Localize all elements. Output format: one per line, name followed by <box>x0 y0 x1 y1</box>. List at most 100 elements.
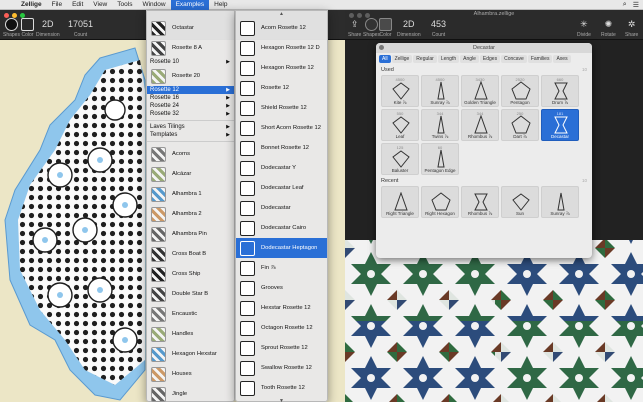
menu-item-label: Templates <box>150 132 178 138</box>
shape-cell-leaf[interactable]: 550 Leaf <box>381 109 419 141</box>
menu-item-label: Dodecastar Leaf <box>261 185 304 191</box>
shape-cell-decastar[interactable]: 181 Decastar <box>541 109 579 141</box>
menu-item-acorns[interactable]: Acorns <box>147 144 234 164</box>
menu-item-grooves[interactable]: Grooves <box>236 278 327 298</box>
menu-item-short-acorn-rosette-12[interactable]: Short Acorn Rosette 12 <box>236 118 327 138</box>
shape-cell-kite[interactable]: 4500 Kite ⅞ <box>381 75 419 107</box>
menu-item-rosette-24[interactable]: Rosette 24 ▶ <box>147 102 234 110</box>
shape-cell-twins[interactable]: 344 Twins ⅞ <box>421 109 459 141</box>
menu-item-rosette-8-a[interactable]: Rosette 8 A <box>147 38 234 58</box>
scroll-up-arrow-icon[interactable] <box>147 11 234 18</box>
menu-item-octagon-rosette-12[interactable]: Octagon Rosette 12 <box>236 318 327 338</box>
shape-cell-sunray[interactable]: Sunray ⅞ <box>541 186 579 218</box>
scroll-up-arrow-icon[interactable]: ▲ <box>236 11 327 18</box>
tab-concave[interactable]: Concave <box>501 55 527 63</box>
tab-axes[interactable]: Axes <box>553 55 571 63</box>
tab-angle[interactable]: Angle <box>460 55 479 63</box>
menu-window[interactable]: Window <box>137 0 170 10</box>
shape-cell-sunray[interactable]: 4500 Sunray ⅞ <box>421 75 459 107</box>
close-icon[interactable] <box>379 45 384 50</box>
menu-item-jingle[interactable]: Jingle <box>147 384 234 402</box>
shape-cell-right-hexagon[interactable]: Right Hexagon <box>421 186 459 218</box>
menu-item-tooth-rosette-12[interactable]: Tooth Rosette 12 <box>236 378 327 398</box>
menu-item-alhambra-pin[interactable]: Alhambra Pin <box>147 224 234 244</box>
share-button-left[interactable]: ⇪ Share <box>348 18 361 38</box>
menu-item-shield-rosette-12[interactable]: Shield Rosette 12 <box>236 98 327 118</box>
menu-item-cross-ship[interactable]: Cross Ship <box>147 264 234 284</box>
menu-zellige[interactable]: Zellige <box>16 0 47 10</box>
tab-families[interactable]: Families <box>527 55 553 63</box>
tab-all[interactable]: All <box>379 55 391 63</box>
dimension-button[interactable]: 2D Dimension <box>36 18 60 38</box>
shape-cell-pentagon-edge[interactable]: 60 Pentagon Edge <box>421 143 459 175</box>
menu-item-dodecastar-heptagon[interactable]: Dodecastar Heptagon <box>236 238 327 258</box>
menu-item-double-star-b[interactable]: Double Star B <box>147 284 234 304</box>
menu-item-encaustic[interactable]: Encaustic <box>147 304 234 324</box>
list-icon[interactable]: ☰ <box>633 1 639 9</box>
menu-item-octastar[interactable]: Octastar <box>147 18 234 38</box>
menu-item-hexstar-rosette-12[interactable]: Hexstar Rosette 12 <box>236 298 327 318</box>
menu-item-alhambra-1[interactable]: Alhambra 1 <box>147 184 234 204</box>
menu-examples[interactable]: Examples <box>170 0 210 10</box>
scroll-down-arrow-icon[interactable]: ▼ <box>236 398 327 402</box>
dimension-button-right[interactable]: 2D Dimension <box>397 18 421 38</box>
shape-cell-sun[interactable]: Sun <box>501 186 539 218</box>
menu-file[interactable]: File <box>47 0 67 10</box>
menu-item-templates[interactable]: Templates ▶ <box>147 131 234 139</box>
shape-cell-rhombus[interactable]: Rhombus ⅞ <box>461 186 499 218</box>
shapes-button-right[interactable]: Shapes <box>363 18 380 38</box>
menu-item-rosette-12[interactable]: Rosette 12 ▶ <box>147 86 234 94</box>
menu-item-hexagon-rosette-12[interactable]: Hexagon Rosette 12 <box>236 58 327 78</box>
tab-zellige[interactable]: Zellige <box>391 55 413 63</box>
shape-cell-baluster[interactable]: 125 Baluster <box>381 143 419 175</box>
menu-item-dodecastar-leaf[interactable]: Dodecastar Leaf <box>236 178 327 198</box>
menu-item-label: Double Star B <box>172 291 209 297</box>
menu-item-dodecastar-cairo[interactable]: Dodecastar Cairo <box>236 218 327 238</box>
menu-item-rosette-10[interactable]: Rosette 10 ▶ <box>147 58 234 66</box>
shape-cell-right-triangle[interactable]: Right Triangle <box>381 186 419 218</box>
menu-item-sprout-rosette-12[interactable]: Sprout Rosette 12 <box>236 338 327 358</box>
shape-sunray-icon <box>557 192 565 211</box>
menu-item-swallow-rosette-12[interactable]: Swallow Rosette 12 <box>236 358 327 378</box>
menu-item-alc-zar[interactable]: Alcázar <box>147 164 234 184</box>
tab-length[interactable]: Length <box>437 55 460 63</box>
menu-item-bonnet-rosette-12[interactable]: Bonnet Rosette 12 <box>236 138 327 158</box>
menu-tools[interactable]: Tools <box>112 0 137 10</box>
menu-edit[interactable]: Edit <box>67 0 88 10</box>
rotate-button[interactable]: ✺ Rotate <box>601 18 616 38</box>
shapes-button[interactable]: Shapes <box>3 18 20 38</box>
menu-item-rosette-32[interactable]: Rosette 32 ▶ <box>147 110 234 118</box>
menu-item-handles[interactable]: Handles <box>147 324 234 344</box>
menu-view[interactable]: View <box>88 0 112 10</box>
menu-item-dodecastar-y[interactable]: Dodecastar Y <box>236 158 327 178</box>
menu-item-hexagon-rosette-12-d[interactable]: Hexagon Rosette 12 D <box>236 38 327 58</box>
share-button[interactable]: ✲ Share <box>625 18 638 38</box>
menu-item-dodecastar[interactable]: Dodecastar <box>236 198 327 218</box>
menu-item-rosette-20[interactable]: Rosette 20 <box>147 66 234 86</box>
menu-item-rosette-16[interactable]: Rosette 16 ▶ <box>147 94 234 102</box>
search-icon[interactable]: ⌕ <box>623 1 627 9</box>
shape-cell-drum[interactable]: 660 Drum ⅞ <box>541 75 579 107</box>
menu-item-cross-boat-b[interactable]: Cross Boat B <box>147 244 234 264</box>
menu-item-acorn-rosette-12[interactable]: Acorn Rosette 12 <box>236 18 327 38</box>
count-display-right: 453 Count <box>431 18 446 38</box>
shape-cell-rhombus[interactable]: 344 Rhombus ⅞ <box>461 109 499 141</box>
tab-regular[interactable]: Regular <box>413 55 437 63</box>
menu-help[interactable]: Help <box>209 0 232 10</box>
apple-menu[interactable] <box>6 0 16 10</box>
menu-item-alhambra-2[interactable]: Alhambra 2 <box>147 204 234 224</box>
menu-item-rosette-12[interactable]: Rosette 12 <box>236 78 327 98</box>
shape-cell-pentagon[interactable]: 2520 Pentagon <box>501 75 539 107</box>
shape-cell-golden-triangle[interactable]: 3430 Golden Triangle <box>461 75 499 107</box>
tab-edges[interactable]: Edges <box>479 55 501 63</box>
shape-cell-dart[interactable]: 250 Dart ⅞ <box>501 109 539 141</box>
color-button[interactable]: Color <box>21 18 34 38</box>
menu-item-fin[interactable]: Fin ⅞ <box>236 258 327 278</box>
menu-item-label: Grooves <box>261 285 283 291</box>
divide-button[interactable]: ✳ Divide <box>577 18 591 38</box>
color-button-right[interactable]: Color <box>379 18 392 38</box>
menu-item-laves-tilings[interactable]: Laves Tilings ▶ <box>147 123 234 131</box>
shape-sun-icon <box>512 193 530 211</box>
menu-item-houses[interactable]: Houses <box>147 364 234 384</box>
menu-item-hexagon-hexstar[interactable]: Hexagon Hexstar <box>147 344 234 364</box>
